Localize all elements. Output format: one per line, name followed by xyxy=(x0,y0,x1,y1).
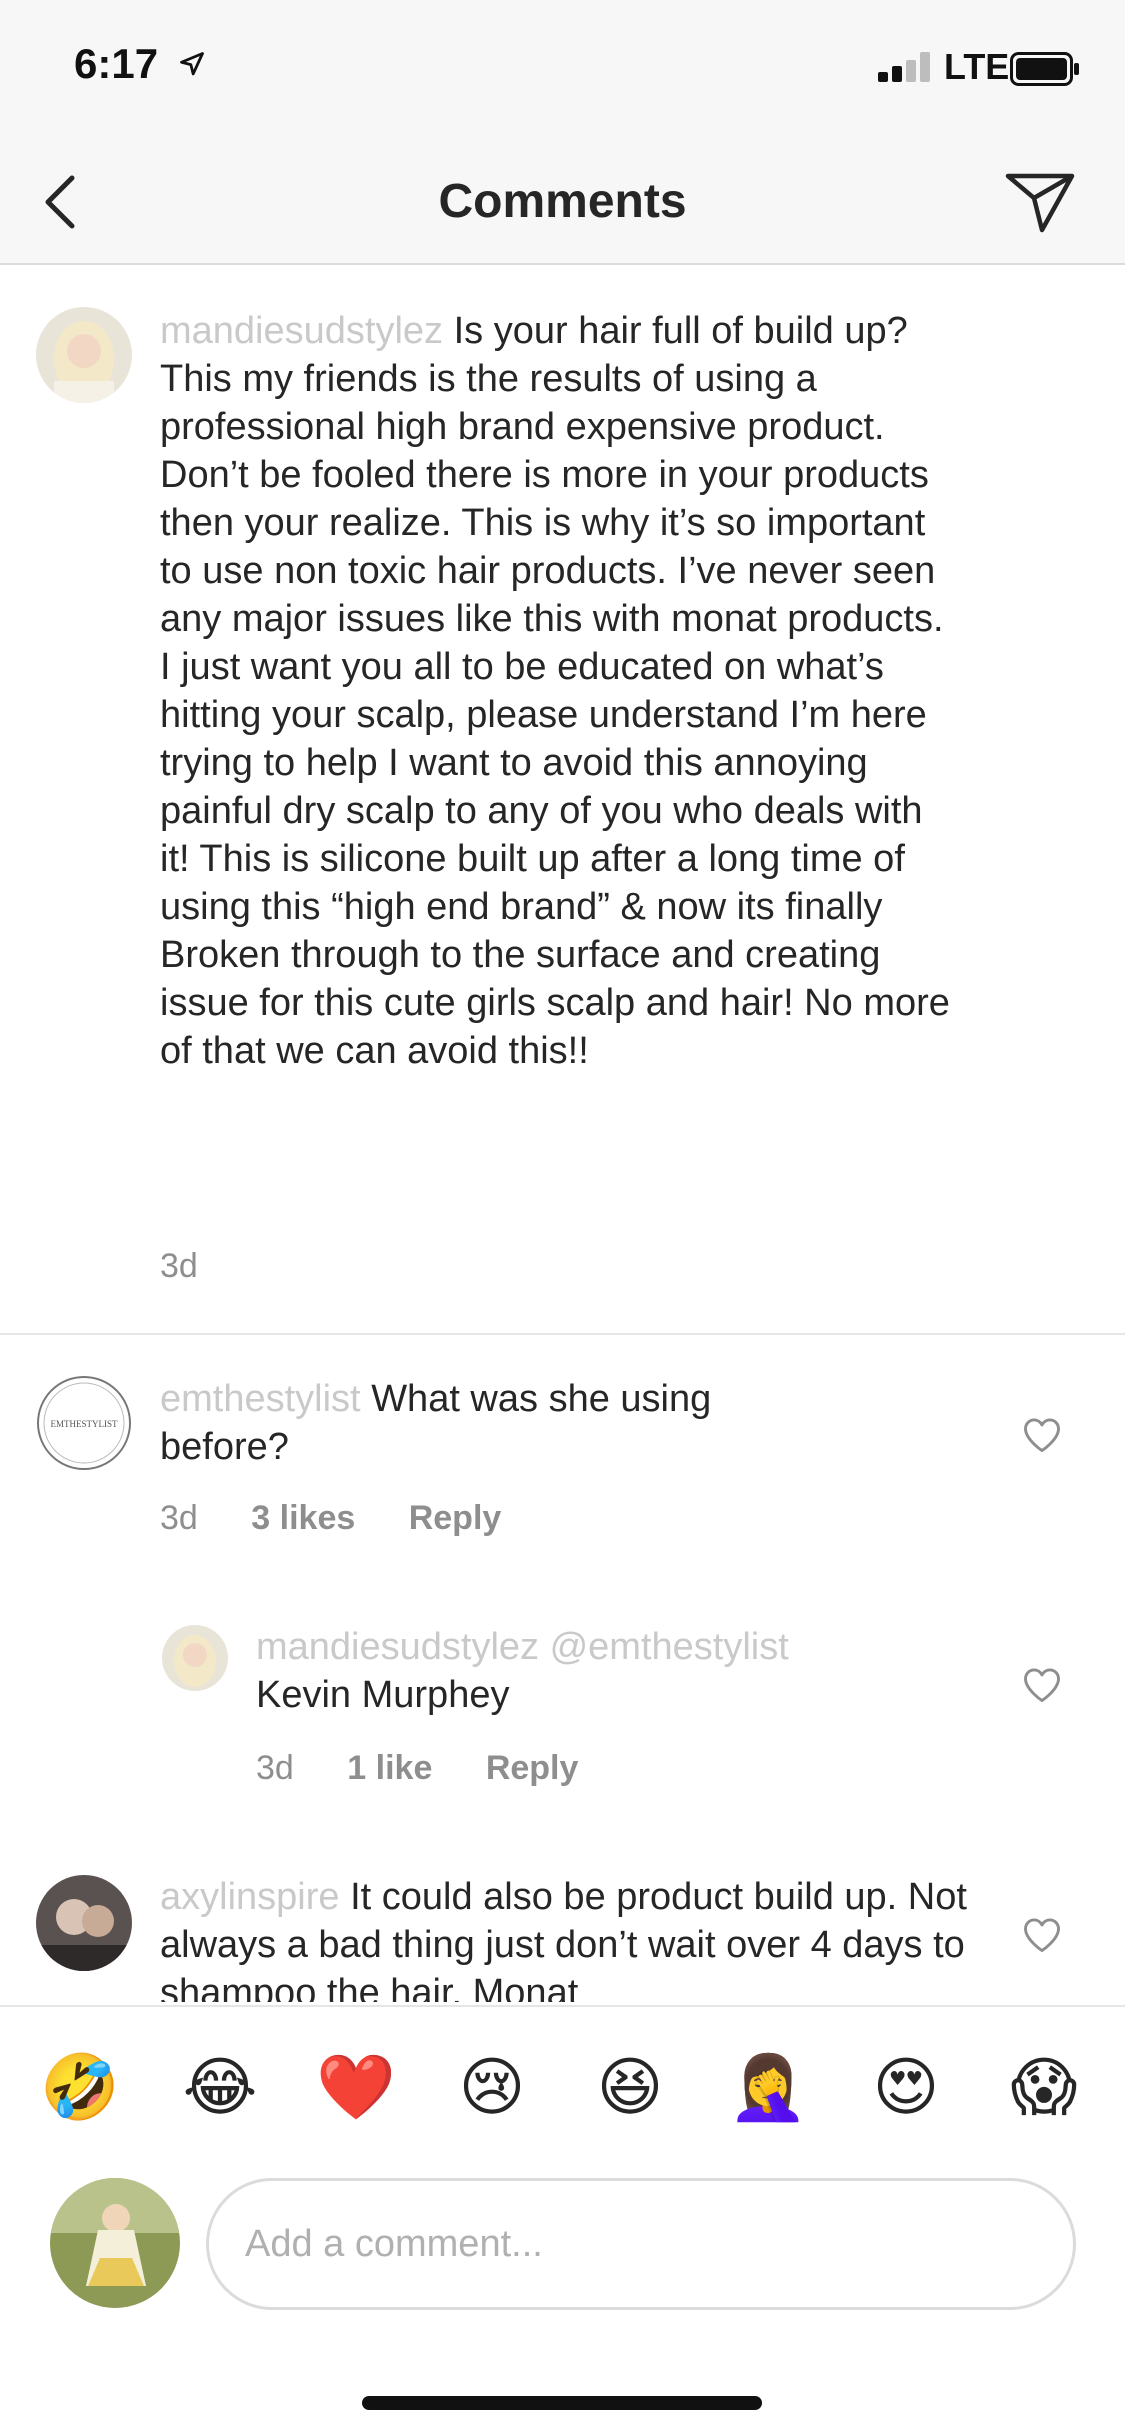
share-button[interactable] xyxy=(1000,162,1080,242)
home-indicator[interactable] xyxy=(362,2396,762,2410)
heart-icon[interactable] xyxy=(1020,1913,1064,1957)
comment-text: mandiesudstylez @emthestylist Kevin Murp… xyxy=(256,1623,896,1719)
comment-meta: 3d 1 like Reply xyxy=(256,1749,578,1788)
comment-username[interactable]: emthestylist xyxy=(160,1378,361,1420)
comment-body: Is your hair full of build up? This my f… xyxy=(160,310,950,1072)
comment-username[interactable]: axylinspire xyxy=(160,1876,340,1918)
comment-meta: 3d xyxy=(160,1247,198,1286)
location-arrow-icon xyxy=(180,52,204,76)
avatar[interactable] xyxy=(36,1875,132,1971)
network-label: LTE xyxy=(944,46,1010,87)
likes-count[interactable]: 3 likes xyxy=(251,1499,355,1537)
comment-time: 3d xyxy=(160,1247,198,1285)
status-time: 6:17 xyxy=(74,40,159,87)
reply-button[interactable]: Reply xyxy=(409,1499,502,1537)
emoji-rofl[interactable]: 🤣 xyxy=(38,2045,122,2129)
comments-screen: 6:17 LTE Comments mandiesudstylez Is you… xyxy=(0,0,1125,2436)
emoji-heart[interactable]: ❤️ xyxy=(314,2045,398,2129)
battery-icon xyxy=(1010,52,1079,86)
heart-icon[interactable] xyxy=(1020,1663,1064,1707)
signal-bars-icon xyxy=(878,52,936,82)
avatar[interactable]: EMTHESTYLIST xyxy=(36,1375,132,1471)
emoji-laughing[interactable]: 😆 xyxy=(588,2045,672,2129)
emoji-facepalm[interactable]: 🤦‍♀️ xyxy=(726,2045,810,2129)
comment-username[interactable]: mandiesudstylez @emthestylist xyxy=(256,1623,896,1671)
heart-icon[interactable] xyxy=(1020,1413,1064,1457)
svg-text:EMTHESTYLIST: EMTHESTYLIST xyxy=(51,1419,118,1429)
user-avatar[interactable] xyxy=(50,2178,180,2308)
comment-username[interactable]: mandiesudstylez xyxy=(160,310,443,352)
reply-button[interactable]: Reply xyxy=(486,1749,579,1787)
emoji-joy[interactable]: 😂 xyxy=(178,2045,262,2129)
comment-time: 3d xyxy=(160,1499,198,1537)
comment-text: mandiesudstylez Is your hair full of bui… xyxy=(160,307,960,1075)
emoji-cry[interactable]: 😢 xyxy=(450,2045,534,2129)
divider xyxy=(0,1333,1125,1335)
nav-bar: Comments xyxy=(0,140,1125,265)
avatar[interactable] xyxy=(36,307,132,403)
comment-body: Kevin Murphey xyxy=(256,1674,510,1716)
comments-list: mandiesudstylez Is your hair full of bui… xyxy=(0,267,1125,2002)
comment-input[interactable] xyxy=(206,2178,1076,2310)
avatar[interactable] xyxy=(162,1625,228,1691)
comment-meta: 3d 3 likes Reply xyxy=(160,1499,501,1538)
page-title: Comments xyxy=(438,175,687,228)
comment-text: emthestylist What was she using before? xyxy=(160,1375,820,1471)
comment-text: axylinspire It could also be product bui… xyxy=(160,1873,980,2002)
comment-time: 3d xyxy=(256,1749,294,1787)
emoji-heart-eyes[interactable]: 😍 xyxy=(864,2045,948,2129)
likes-count[interactable]: 1 like xyxy=(347,1749,432,1787)
send-icon xyxy=(1005,173,1075,233)
emoji-scream[interactable]: 😱 xyxy=(1002,2045,1086,2129)
status-bar: 6:17 LTE xyxy=(0,0,1125,140)
emoji-bar: 🤣 😂 ❤️ 😢 😆 🤦‍♀️ 😍 😱 xyxy=(0,2005,1125,2175)
